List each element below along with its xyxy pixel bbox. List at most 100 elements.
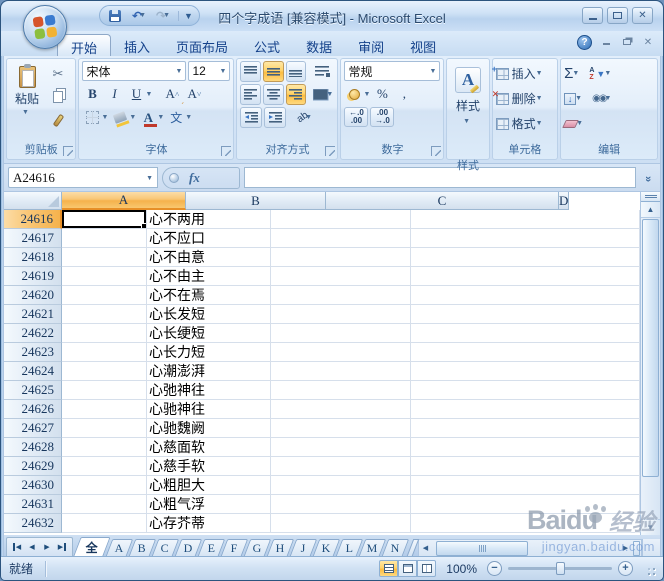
sheet-tab[interactable]: N [381, 539, 410, 556]
insert-function-button[interactable]: fx [162, 166, 240, 189]
align-right-button[interactable] [285, 84, 307, 105]
align-middle-button[interactable] [263, 61, 284, 82]
decrease-decimal-button[interactable]: .00 →.0 [370, 107, 395, 127]
row-header[interactable]: 24621 [4, 305, 62, 324]
cell-column-b[interactable]: 心粗胆大 [147, 476, 271, 495]
cell-column-d[interactable] [411, 305, 640, 324]
cell-column-a[interactable] [62, 362, 147, 381]
cell-column-a[interactable] [62, 305, 147, 324]
font-dialog-launcher-icon[interactable] [221, 146, 232, 156]
autosum-dropdown-icon[interactable]: ▼ [572, 70, 579, 77]
cell-column-b[interactable]: 心长发短 [147, 305, 271, 324]
font-name-select[interactable]: 宋体 ▼ [82, 61, 187, 81]
fill-dropdown-icon[interactable]: ▼ [575, 95, 582, 102]
cell-column-a[interactable] [62, 438, 147, 457]
zoom-slider[interactable] [508, 562, 612, 575]
column-header[interactable]: A [62, 192, 186, 210]
sort-dropdown-icon[interactable]: ▼ [604, 70, 611, 77]
cell-column-b[interactable]: 心长绠短 [147, 324, 271, 343]
comma-button[interactable]: , [394, 84, 414, 104]
row-header[interactable]: 24629 [4, 457, 62, 476]
fill-color-button[interactable] [110, 107, 130, 128]
cell-column-b[interactable]: 心存芥蒂 [147, 514, 271, 533]
workbook-minimize-button[interactable] [599, 37, 613, 48]
row-header[interactable]: 24626 [4, 400, 62, 419]
cell-column-c[interactable] [271, 248, 411, 267]
paste-button[interactable]: 粘贴 ▼ [10, 61, 44, 141]
cell-column-a[interactable] [62, 248, 147, 267]
cell-column-d[interactable] [411, 476, 640, 495]
currency-button[interactable] [344, 84, 364, 104]
cell-column-a[interactable] [62, 400, 147, 419]
zoom-out-button[interactable]: − [487, 561, 502, 576]
ribbon-tab[interactable]: 审阅 [345, 34, 397, 56]
delete-dropdown-icon[interactable]: ▼ [536, 95, 543, 102]
cell-column-a[interactable] [62, 343, 147, 362]
zoom-level[interactable]: 100% [442, 562, 481, 576]
column-header[interactable]: D [559, 192, 570, 210]
find-dropdown-icon[interactable]: ▼ [605, 95, 612, 102]
horizontal-scrollbar-thumb[interactable] [436, 540, 528, 556]
cell-column-d[interactable] [411, 419, 640, 438]
split-handle[interactable] [641, 192, 660, 202]
row-header[interactable]: 24630 [4, 476, 62, 495]
last-sheet-icon[interactable]: ▶ [55, 540, 69, 555]
cell-column-c[interactable] [271, 438, 411, 457]
fill-color-dropdown-icon[interactable]: ▼ [129, 114, 136, 121]
workbook-restore-button[interactable] [620, 37, 634, 48]
row-header[interactable]: 24632 [4, 514, 62, 533]
alignment-dialog-launcher-icon[interactable] [325, 146, 336, 156]
cell-column-d[interactable] [411, 514, 640, 533]
row-header[interactable]: 24620 [4, 286, 62, 305]
ribbon-tab[interactable]: 页面布局 [163, 34, 241, 56]
currency-dropdown-icon[interactable]: ▼ [363, 91, 370, 98]
font-size-select[interactable]: 12 ▼ [188, 61, 231, 81]
row-header[interactable]: 24624 [4, 362, 62, 381]
wrap-text-button[interactable] [312, 61, 334, 82]
merge-dropdown-icon[interactable]: ▼ [326, 91, 333, 98]
cell-column-d[interactable] [411, 248, 640, 267]
number-dialog-launcher-icon[interactable] [431, 146, 442, 156]
cell-column-d[interactable] [411, 343, 640, 362]
cell-column-b[interactable]: 心潮澎湃 [147, 362, 271, 381]
font-color-button[interactable]: A [138, 107, 158, 127]
autosum-button[interactable]: Σ ▼ [564, 65, 579, 82]
cell-column-b[interactable]: 心驰魏阙 [147, 419, 271, 438]
column-header[interactable]: C [326, 192, 559, 210]
maximize-button[interactable] [607, 7, 628, 24]
formula-input[interactable] [244, 167, 636, 188]
shrink-font-button[interactable]: A ˅ [184, 84, 204, 104]
cell-column-c[interactable] [271, 419, 411, 438]
first-sheet-icon[interactable]: ◀ [10, 540, 24, 555]
orientation-button[interactable]: ab ▼ [292, 107, 316, 128]
sort-filter-button[interactable]: A Z ▼ ▼ [589, 67, 611, 81]
expand-formula-bar-icon[interactable]: » [642, 170, 654, 186]
sheet-tab[interactable]: 全 [73, 537, 111, 556]
row-header[interactable]: 24625 [4, 381, 62, 400]
cell-column-c[interactable] [271, 476, 411, 495]
format-painter-button[interactable] [47, 110, 69, 130]
row-header[interactable]: 24631 [4, 495, 62, 514]
ribbon-tab[interactable]: 视图 [397, 34, 449, 56]
cell-column-a[interactable] [62, 476, 147, 495]
page-layout-view-button[interactable] [398, 560, 418, 577]
column-header[interactable]: B [186, 192, 326, 210]
italic-button[interactable]: I [104, 84, 124, 104]
row-header[interactable]: 24618 [4, 248, 62, 267]
number-format-select[interactable]: 常规 ▼ [344, 61, 441, 81]
name-box-dropdown-icon[interactable]: ▼ [146, 174, 153, 182]
previous-sheet-icon[interactable]: ◀ [25, 540, 39, 555]
cell-column-c[interactable] [271, 362, 411, 381]
phonetic-dropdown-icon[interactable]: ▼ [185, 114, 192, 121]
styles-dropdown-icon[interactable]: ▼ [463, 118, 470, 125]
underline-dropdown-icon[interactable]: ▼ [145, 91, 152, 98]
phonetic-button[interactable]: 文 [166, 102, 186, 127]
cell-column-a[interactable] [62, 457, 147, 476]
clear-button[interactable]: ▼ [562, 119, 583, 128]
cell-column-b[interactable]: 心慈面软 [147, 438, 271, 457]
cell-column-a[interactable] [62, 229, 147, 248]
font-color-dropdown-icon[interactable]: ▼ [157, 114, 164, 121]
cell-column-d[interactable] [411, 495, 640, 514]
vertical-scrollbar-thumb[interactable] [642, 219, 659, 477]
page-break-view-button[interactable] [417, 560, 437, 577]
